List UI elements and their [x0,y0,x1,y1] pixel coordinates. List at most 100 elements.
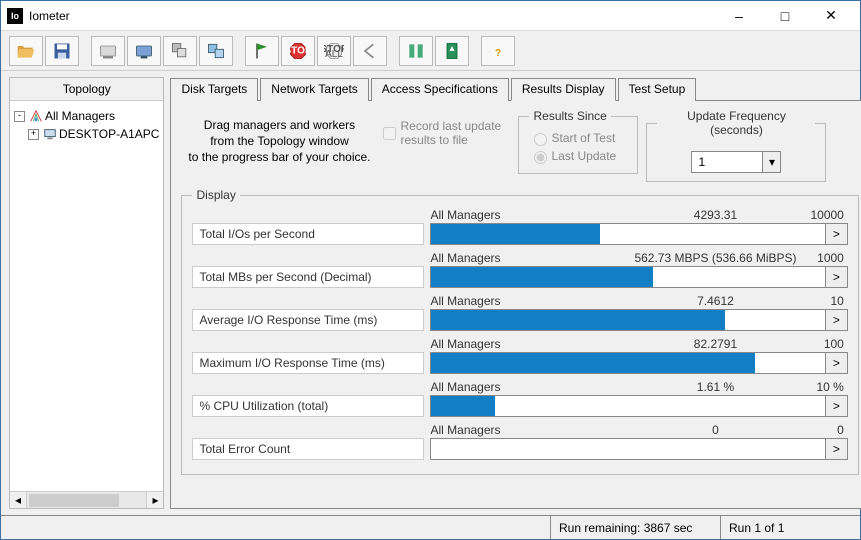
metric-label[interactable]: Average I/O Response Time (ms) [192,309,424,331]
tab-test-setup[interactable]: Test Setup [618,78,697,101]
metric-max: 10000 [810,208,847,222]
metric-value: 82.2791 [620,337,810,351]
tab-results-display[interactable]: Results Display [511,78,616,101]
stack-icon[interactable] [199,36,233,66]
help-icon[interactable]: ? [481,36,515,66]
computer-icon [43,127,57,141]
metric-bar[interactable] [430,266,825,288]
metric-max: 10 % [810,380,847,394]
metric-max: 0 [810,423,847,437]
app-window: Io Iometer – □ ✕ STOP STOPALL ? Topology [0,0,861,540]
scroll-right-icon[interactable]: ▸ [146,492,163,508]
record-checkbox: Record last update results to file [379,109,516,147]
results-since-group: Results Since Start of Test Last Update [518,109,638,174]
metric-label[interactable]: % CPU Utilization (total) [192,395,424,417]
status-remaining: Run remaining: 3867 sec [550,516,720,539]
topology-panel: Topology - All Managers + DESKTOP-A1APC … [9,77,164,509]
metric-row: Maximum I/O Response Time (ms) All Manage… [192,337,847,374]
tree-child[interactable]: + DESKTOP-A1APC [14,125,159,143]
last-update-radio: Last Update [529,147,627,165]
minimize-button[interactable]: – [716,2,762,30]
metric-scope: All Managers [430,423,620,437]
metric-bar[interactable] [430,395,825,417]
main-panel: Disk TargetsNetwork TargetsAccess Specif… [170,77,861,509]
expander-icon[interactable]: - [14,111,25,122]
chevron-down-icon[interactable]: ▾ [762,152,780,172]
metric-value: 1.61 % [620,380,810,394]
metric-expand-button[interactable]: > [826,395,848,417]
stop-all-icon[interactable]: STOPALL [317,36,351,66]
metric-label[interactable]: Total Error Count [192,438,424,460]
tree-child-label: DESKTOP-A1APC [59,127,159,141]
metric-value: 4293.31 [620,208,810,222]
metric-label[interactable]: Maximum I/O Response Time (ms) [192,352,424,374]
close-button[interactable]: ✕ [808,2,854,30]
results-display-tab: Drag managers and workers from the Topol… [170,101,861,509]
metric-max: 10 [810,294,847,308]
new-worker-net-icon[interactable] [127,36,161,66]
metric-bar[interactable] [430,309,825,331]
update-frequency-combo[interactable]: 1 ▾ [691,151,781,173]
drag-hint: Drag managers and workers from the Topol… [179,109,379,165]
metric-scope: All Managers [430,380,620,394]
metric-scope: All Managers [430,337,620,351]
topology-title: Topology [10,78,163,101]
start-of-test-radio: Start of Test [529,129,627,147]
metric-scope: All Managers [430,251,620,265]
window-title: Iometer [29,9,716,23]
toolbar: STOP STOPALL ? [1,31,860,71]
metric-expand-button[interactable]: > [826,309,848,331]
svg-text:STOP: STOP [288,45,308,56]
tree-root[interactable]: - All Managers [14,107,159,125]
metric-max: 1000 [810,251,847,265]
metric-max: 100 [810,337,847,351]
metric-row: Total I/Os per Second All Managers4293.31… [192,208,847,245]
metric-expand-button[interactable]: > [826,438,848,460]
record-checkbox-input [383,127,396,140]
topology-scrollbar[interactable]: ◂ ▸ [10,491,163,508]
metric-expand-button[interactable]: > [826,223,848,245]
metric-scope: All Managers [430,208,620,222]
metric-row: Average I/O Response Time (ms) All Manage… [192,294,847,331]
metric-row: % CPU Utilization (total) All Managers1.6… [192,380,847,417]
managers-icon [29,109,43,123]
meter-down-icon[interactable] [435,36,469,66]
metric-bar[interactable] [430,352,825,374]
metric-bar[interactable] [430,438,825,460]
new-worker-disk-icon[interactable] [91,36,125,66]
meter-up-icon[interactable] [399,36,433,66]
reset-icon[interactable] [353,36,387,66]
tab-network-targets[interactable]: Network Targets [260,78,368,101]
tabs: Disk TargetsNetwork TargetsAccess Specif… [170,77,861,101]
svg-text:ALL: ALL [325,48,343,59]
tab-access-specifications[interactable]: Access Specifications [371,78,509,101]
open-icon[interactable] [9,36,43,66]
tab-disk-targets[interactable]: Disk Targets [170,78,258,101]
metric-expand-button[interactable]: > [826,352,848,374]
topology-tree[interactable]: - All Managers + DESKTOP-A1APC [10,101,163,491]
maximize-button[interactable]: □ [762,2,808,30]
metric-expand-button[interactable]: > [826,266,848,288]
metric-row: Total Error CountAll Managers00> [192,423,847,460]
save-icon[interactable] [45,36,79,66]
duplicate-worker-icon[interactable] [163,36,197,66]
metric-label[interactable]: Total MBs per Second (Decimal) [192,266,424,288]
metric-value: 562.73 MBPS (536.66 MiBPS) [620,251,810,265]
metric-value: 7.4612 [620,294,810,308]
stop-icon[interactable]: STOP [281,36,315,66]
metric-bar[interactable] [430,223,825,245]
svg-text:?: ? [495,48,501,59]
display-group: Display Total I/Os per SecondAll Manager… [181,188,858,475]
metric-value: 0 [620,423,810,437]
tree-root-label: All Managers [45,109,115,123]
metric-scope: All Managers [430,294,620,308]
flag-icon[interactable] [245,36,279,66]
metric-row: Total MBs per Second (Decimal) All Manage… [192,251,847,288]
status-run: Run 1 of 1 [720,516,860,539]
statusbar: Run remaining: 3867 sec Run 1 of 1 [1,515,860,539]
expander-icon[interactable]: + [28,129,39,140]
metric-label[interactable]: Total I/Os per Second [192,223,424,245]
app-icon: Io [7,8,23,24]
titlebar: Io Iometer – □ ✕ [1,1,860,31]
scroll-left-icon[interactable]: ◂ [10,492,27,508]
